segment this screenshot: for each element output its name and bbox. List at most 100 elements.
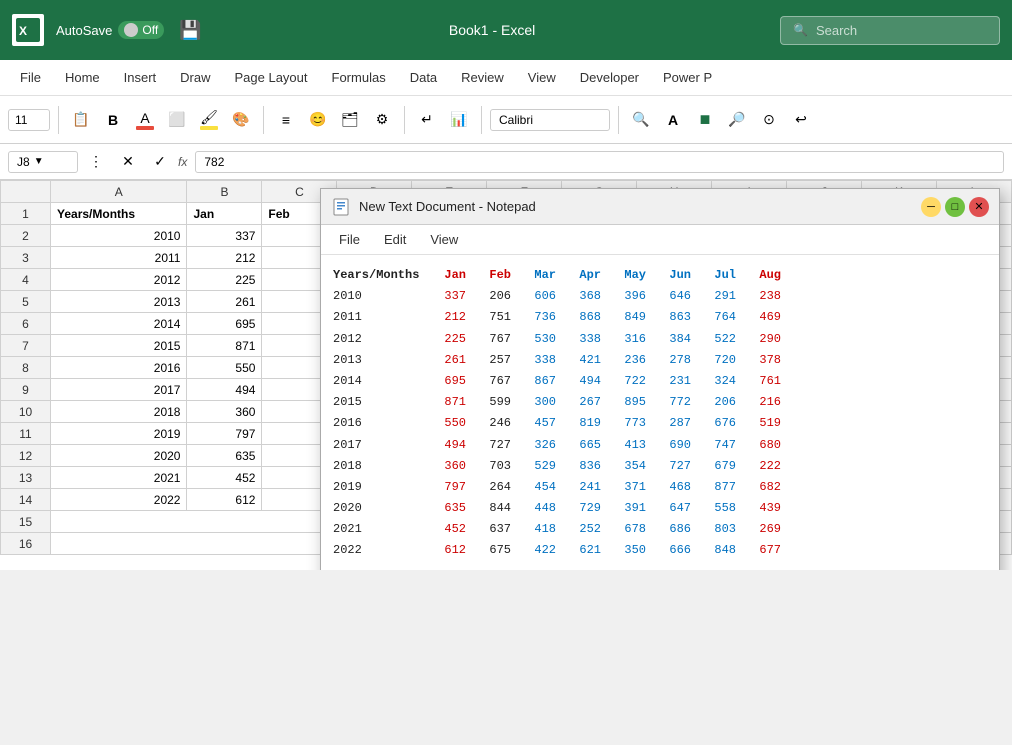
notepad-cell: 676 bbox=[703, 413, 748, 434]
menu-formulas[interactable]: Formulas bbox=[320, 64, 398, 91]
notepad-data-row: 2012225767530338316384522290 bbox=[333, 329, 793, 350]
undo-btn[interactable]: ↩ bbox=[787, 106, 815, 134]
menu-insert[interactable]: Insert bbox=[112, 64, 169, 91]
menu-review[interactable]: Review bbox=[449, 64, 516, 91]
row-num-11: 11 bbox=[1, 423, 51, 445]
font-color-btn[interactable]: A bbox=[131, 106, 159, 134]
cell-ref-dropdown[interactable]: ▼ bbox=[34, 156, 44, 167]
fx-label: fx bbox=[178, 155, 187, 169]
cell-a2[interactable]: 2010 bbox=[51, 225, 187, 247]
cell-b1[interactable]: Jan bbox=[187, 203, 262, 225]
align-btn[interactable]: ≡ bbox=[272, 106, 300, 134]
search-box[interactable]: 🔍 bbox=[780, 16, 1000, 45]
cell-a5[interactable]: 2013 bbox=[51, 291, 187, 313]
menu-file[interactable]: File bbox=[8, 64, 53, 91]
formula-input[interactable] bbox=[195, 151, 1004, 173]
cell-a11[interactable]: 2019 bbox=[51, 423, 187, 445]
magnify-btn[interactable]: 🔎 bbox=[723, 106, 751, 134]
cell-b12[interactable]: 635 bbox=[187, 445, 262, 467]
cell-b7[interactable]: 871 bbox=[187, 335, 262, 357]
bold-button[interactable]: B bbox=[99, 106, 127, 134]
notepad-cell: 895 bbox=[613, 392, 658, 413]
menu-page-layout[interactable]: Page Layout bbox=[223, 64, 320, 91]
table-style-btn[interactable]: 🗂 bbox=[336, 106, 364, 134]
cell-b9[interactable]: 494 bbox=[187, 379, 262, 401]
menu-view[interactable]: View bbox=[516, 64, 568, 91]
menu-data[interactable]: Data bbox=[398, 64, 449, 91]
cell-a14[interactable]: 2022 bbox=[51, 489, 187, 511]
cell-b6[interactable]: 695 bbox=[187, 313, 262, 335]
notepad-cell: 680 bbox=[748, 435, 793, 456]
menu-home[interactable]: Home bbox=[53, 64, 112, 91]
green-square-btn[interactable]: ■ bbox=[691, 106, 719, 134]
col-header-a[interactable]: A bbox=[51, 181, 187, 203]
confirm-btn[interactable]: ✓ bbox=[146, 148, 174, 176]
cell-b5[interactable]: 261 bbox=[187, 291, 262, 313]
notepad-cell: 338 bbox=[523, 350, 568, 371]
notepad-data-row: 2013261257338421236278720378 bbox=[333, 350, 793, 371]
notepad-cell: 338 bbox=[568, 329, 613, 350]
format-btn[interactable]: ⚙ bbox=[368, 106, 396, 134]
cell-a7[interactable]: 2015 bbox=[51, 335, 187, 357]
cell-b14[interactable]: 612 bbox=[187, 489, 262, 511]
emoji-btn[interactable]: 😊 bbox=[304, 106, 332, 134]
cell-a8[interactable]: 2016 bbox=[51, 357, 187, 379]
notepad-data-table: Years/Months Jan Feb Mar Apr May Jun Jul… bbox=[333, 265, 793, 562]
formula-more-btn[interactable]: ⋮ bbox=[82, 148, 110, 176]
fill-color-btn[interactable]: 🎨 bbox=[227, 106, 255, 134]
cell-a13[interactable]: 2021 bbox=[51, 467, 187, 489]
cell-a1[interactable]: Years/Months bbox=[51, 203, 187, 225]
cell-a10[interactable]: 2018 bbox=[51, 401, 187, 423]
notepad-cell: 877 bbox=[703, 477, 748, 498]
close-button[interactable]: ✕ bbox=[969, 197, 989, 217]
notepad-cell: 2022 bbox=[333, 540, 433, 561]
cell-ref-box[interactable]: J8 ▼ bbox=[8, 151, 78, 173]
cell-b11[interactable]: 797 bbox=[187, 423, 262, 445]
notepad-cell: 378 bbox=[748, 350, 793, 371]
row-num-1: 1 bbox=[1, 203, 51, 225]
wrap-btn[interactable]: ↵ bbox=[413, 106, 441, 134]
cell-a12[interactable]: 2020 bbox=[51, 445, 187, 467]
target-btn[interactable]: ⊙ bbox=[755, 106, 783, 134]
notepad-cell: 278 bbox=[658, 350, 703, 371]
cell-b8[interactable]: 550 bbox=[187, 357, 262, 379]
cell-a3[interactable]: 2011 bbox=[51, 247, 187, 269]
notepad-content[interactable]: Years/Months Jan Feb Mar Apr May Jun Jul… bbox=[321, 255, 999, 570]
cell-b4[interactable]: 225 bbox=[187, 269, 262, 291]
notepad-menu-file[interactable]: File bbox=[329, 228, 370, 251]
notepad-cell: 241 bbox=[568, 477, 613, 498]
font-name-input[interactable] bbox=[490, 109, 610, 131]
minimize-button[interactable]: ─ bbox=[921, 197, 941, 217]
cell-b2[interactable]: 337 bbox=[187, 225, 262, 247]
clipboard-btn[interactable]: 📋 bbox=[67, 106, 95, 134]
save-button[interactable]: 💾 bbox=[176, 16, 204, 44]
cell-a9[interactable]: 2017 bbox=[51, 379, 187, 401]
menu-draw[interactable]: Draw bbox=[168, 64, 222, 91]
notepad-cell: 679 bbox=[703, 456, 748, 477]
border-btn[interactable]: ⬜ bbox=[163, 106, 191, 134]
notepad-data-row: 2018360703529836354727679222 bbox=[333, 456, 793, 477]
font-color-btn2[interactable]: A bbox=[659, 106, 687, 134]
cell-b3[interactable]: 212 bbox=[187, 247, 262, 269]
notepad-cell: 767 bbox=[478, 329, 523, 350]
notepad-menu-view[interactable]: View bbox=[420, 228, 468, 251]
find-btn[interactable]: 🔍 bbox=[627, 106, 655, 134]
col-header-b[interactable]: B bbox=[187, 181, 262, 203]
highlight-btn[interactable]: 🖌 bbox=[195, 106, 223, 134]
search-input[interactable] bbox=[816, 23, 976, 38]
notepad-menu-edit[interactable]: Edit bbox=[374, 228, 416, 251]
cell-b13[interactable]: 452 bbox=[187, 467, 262, 489]
font-size-input[interactable] bbox=[8, 109, 50, 131]
cancel-btn[interactable]: ✕ bbox=[114, 148, 142, 176]
cell-a6[interactable]: 2014 bbox=[51, 313, 187, 335]
cell-a4[interactable]: 2012 bbox=[51, 269, 187, 291]
notepad-cell: 326 bbox=[523, 435, 568, 456]
conditional-btn[interactable]: 📊 bbox=[445, 106, 473, 134]
cell-b10[interactable]: 360 bbox=[187, 401, 262, 423]
menu-developer[interactable]: Developer bbox=[568, 64, 651, 91]
maximize-button[interactable]: □ bbox=[945, 197, 965, 217]
autosave-toggle[interactable]: Off bbox=[118, 21, 164, 39]
menu-power[interactable]: Power P bbox=[651, 64, 724, 91]
row-num-5: 5 bbox=[1, 291, 51, 313]
notepad-cell: 384 bbox=[658, 329, 703, 350]
